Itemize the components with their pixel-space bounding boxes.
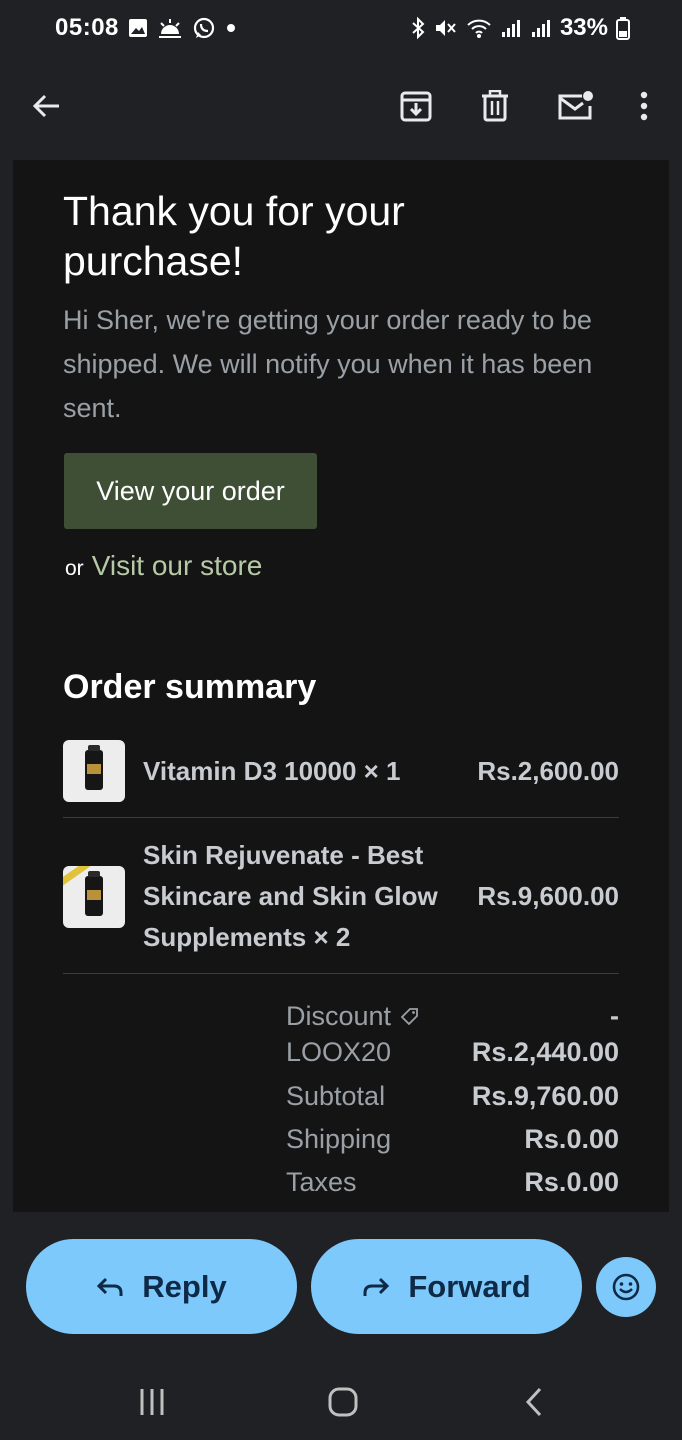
subtotal-row: Subtotal Rs.9,760.00 bbox=[286, 1075, 619, 1118]
signal-icon bbox=[531, 20, 550, 37]
taxes-row: Taxes Rs.0.00 bbox=[286, 1161, 619, 1204]
recents-button[interactable] bbox=[128, 1378, 176, 1426]
forward-icon bbox=[363, 1277, 390, 1296]
order-item: Vitamin D3 10000 × 1 Rs.2,600.00 bbox=[63, 740, 619, 802]
email-body: Thank you for your purchase! Hi Sher, we… bbox=[13, 160, 669, 1212]
forward-label: Forward bbox=[408, 1268, 531, 1304]
back-button[interactable] bbox=[22, 82, 70, 130]
discount-row: Discount LOOX20 - Rs.2,440.00 bbox=[286, 998, 619, 1075]
shipping-row: Shipping Rs.0.00 bbox=[286, 1118, 619, 1161]
visit-store-link[interactable]: Visit our store bbox=[92, 550, 263, 582]
home-button[interactable] bbox=[319, 1378, 367, 1426]
discount-value: Rs.2,440.00 bbox=[471, 1037, 619, 1067]
delete-icon bbox=[482, 90, 508, 122]
discount-code: LOOX20 bbox=[286, 1037, 392, 1067]
home-icon bbox=[328, 1387, 358, 1417]
bottle-icon bbox=[85, 745, 103, 790]
store-line: or Visit our store bbox=[65, 550, 262, 582]
whatsapp-icon bbox=[193, 17, 215, 39]
shipping-label: Shipping bbox=[286, 1124, 392, 1154]
archive-icon bbox=[400, 91, 432, 122]
reply-icon bbox=[97, 1277, 123, 1296]
order-totals: Discount LOOX20 - Rs.2,440.00 Subtotal R… bbox=[286, 998, 619, 1204]
divider bbox=[63, 973, 619, 974]
status-bar: 05:08 33% bbox=[0, 0, 682, 56]
wifi-icon bbox=[467, 19, 491, 38]
taxes-value: Rs.0.00 bbox=[524, 1167, 619, 1197]
recents-icon bbox=[140, 1389, 164, 1415]
reply-label: Reply bbox=[142, 1268, 227, 1304]
order-summary-heading: Order summary bbox=[63, 668, 317, 706]
emoji-icon bbox=[612, 1273, 640, 1301]
app-bar bbox=[0, 56, 682, 160]
item-name: Skin Rejuvenate - Best Skincare and Skin… bbox=[143, 840, 438, 952]
forward-button[interactable]: Forward bbox=[311, 1239, 582, 1334]
battery-icon bbox=[616, 17, 630, 40]
mute-icon bbox=[435, 20, 456, 36]
item-price: Rs.2,600.00 bbox=[477, 755, 619, 786]
mark-unread-icon bbox=[558, 91, 593, 120]
delete-button[interactable] bbox=[471, 82, 519, 130]
order-item: Skin Rejuvenate - Best Skincare and Skin… bbox=[63, 835, 619, 958]
action-bar: Reply Forward bbox=[0, 1212, 682, 1360]
battery-percent: 33% bbox=[559, 14, 608, 41]
discount-sign: - bbox=[610, 1001, 619, 1031]
dot-icon bbox=[227, 24, 235, 32]
email-intro: Hi Sher, we're getting your order ready … bbox=[63, 305, 593, 423]
item-name: Vitamin D3 10000 × 1 bbox=[143, 755, 401, 786]
weather-icon bbox=[159, 19, 181, 38]
email-title: Thank you for your purchase! bbox=[63, 188, 405, 284]
system-nav-bar bbox=[0, 1360, 682, 1440]
item-price: Rs.9,600.00 bbox=[477, 881, 619, 911]
bluetooth-icon bbox=[412, 16, 425, 40]
back-icon bbox=[525, 1387, 542, 1417]
archive-button[interactable] bbox=[392, 82, 440, 130]
divider bbox=[63, 817, 619, 818]
more-options-button[interactable] bbox=[620, 82, 668, 130]
subtotal-label: Subtotal bbox=[286, 1081, 386, 1111]
discount-label: Discount bbox=[286, 1001, 392, 1031]
subtotal-value: Rs.9,760.00 bbox=[471, 1081, 619, 1111]
view-order-button[interactable]: View your order bbox=[64, 453, 317, 529]
product-thumbnail bbox=[63, 740, 125, 802]
mark-unread-button[interactable] bbox=[551, 82, 599, 130]
taxes-label: Taxes bbox=[286, 1167, 357, 1197]
emoji-reaction-button[interactable] bbox=[596, 1257, 656, 1317]
reply-button[interactable]: Reply bbox=[26, 1239, 297, 1334]
system-back-button[interactable] bbox=[510, 1378, 558, 1426]
product-thumbnail bbox=[63, 865, 125, 928]
back-arrow-icon bbox=[32, 94, 59, 118]
status-time: 05:08 bbox=[55, 14, 119, 41]
more-vert-icon bbox=[640, 91, 648, 121]
gallery-icon bbox=[129, 19, 147, 37]
or-text: or bbox=[65, 557, 84, 580]
tag-icon bbox=[401, 1008, 418, 1025]
signal-icon bbox=[501, 20, 520, 37]
shipping-value: Rs.0.00 bbox=[524, 1124, 619, 1154]
bottle-icon bbox=[85, 870, 103, 916]
